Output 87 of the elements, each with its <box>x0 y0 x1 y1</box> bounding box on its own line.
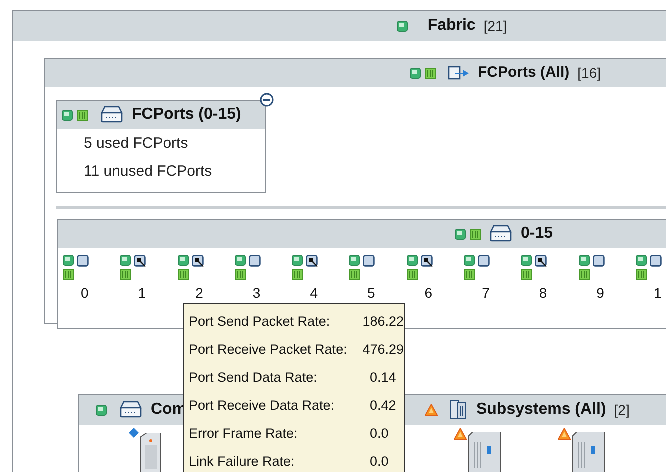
magnifier-port-icon[interactable] <box>134 255 148 267</box>
performance-icon <box>470 228 481 240</box>
status-square-icon <box>396 20 408 32</box>
port-number: 6 <box>424 286 434 301</box>
port-number: 7 <box>482 286 491 301</box>
item-count: [21] <box>484 16 508 36</box>
status-square-icon <box>178 255 189 266</box>
metric-label: Port Receive Data Rate: <box>189 396 336 415</box>
metric-label: Port Send Data Rate: <box>189 368 318 387</box>
performance-icon <box>63 269 74 280</box>
panel-title: FCPorts (All) <box>478 62 570 83</box>
port-number: 8 <box>539 286 548 301</box>
storage-cabinet-icon <box>467 432 504 472</box>
metric-label: Error Frame Rate: <box>189 424 299 443</box>
performance-icon <box>234 269 246 280</box>
performance-icon <box>521 269 532 280</box>
port-number: 9 <box>596 286 606 301</box>
performance-icon <box>77 110 88 120</box>
magnifier-port-icon[interactable] <box>306 255 320 267</box>
port-number: 2 <box>196 286 204 301</box>
port-icon[interactable] <box>248 255 262 267</box>
warning-icon <box>558 428 572 440</box>
port-number: 0 <box>81 286 90 301</box>
item-count: [16] <box>578 64 602 83</box>
summary-text: 5 used FCPorts <box>84 134 190 154</box>
metric-value: 0.0 <box>370 452 389 471</box>
metric-value: 0.42 <box>370 396 396 415</box>
port-icon[interactable] <box>650 255 663 267</box>
status-square-icon <box>63 255 74 266</box>
panel-title: 0-15 <box>521 224 554 244</box>
port-number: 5 <box>367 286 376 301</box>
magnifier-port-icon[interactable] <box>535 255 548 267</box>
performance-icon <box>406 269 418 280</box>
status-square-icon <box>96 404 107 416</box>
status-square-icon <box>455 228 466 240</box>
warning-icon <box>425 404 438 416</box>
item-count: [2] <box>614 400 630 420</box>
performance-icon <box>120 269 132 280</box>
performance-icon <box>636 269 647 280</box>
port-number: 1 <box>654 286 663 301</box>
magnifier-port-icon[interactable] <box>420 255 434 267</box>
metric-value: 186.22 <box>362 312 404 331</box>
summary-text: 11 unused FCPorts <box>84 162 214 182</box>
switch-icon <box>489 224 513 244</box>
performance-icon <box>292 269 304 280</box>
card-title: FCPorts (0-15) <box>132 105 242 125</box>
status-square-icon <box>234 255 246 266</box>
status-square-icon <box>349 255 360 266</box>
status-square-icon <box>521 255 532 266</box>
port-number: 3 <box>252 286 262 301</box>
port-icon[interactable] <box>77 255 90 267</box>
status-square-icon <box>120 255 132 266</box>
port-icon[interactable] <box>478 255 492 267</box>
switch-icon <box>100 105 124 125</box>
status-square-icon <box>636 255 647 266</box>
performance-icon <box>425 68 436 78</box>
status-square-icon <box>410 68 421 78</box>
metric-label: Port Send Packet Rate: <box>189 312 332 331</box>
diamond-icon <box>129 428 139 438</box>
status-square-icon <box>292 255 304 266</box>
port-number: 4 <box>310 286 319 301</box>
metric-value: 476.29 <box>362 340 404 359</box>
metric-value: 0.14 <box>370 368 396 387</box>
status-square-icon <box>578 255 590 266</box>
storage-cabinet-icon <box>571 432 608 472</box>
metric-label: Link Failure Rate: <box>189 452 296 471</box>
panel-title: Fabric <box>428 16 476 36</box>
magnifier-port-icon[interactable] <box>192 255 205 267</box>
performance-icon <box>178 269 189 280</box>
performance-icon <box>464 269 476 280</box>
metric-value: 0.0 <box>370 424 389 443</box>
metric-label: Port Receive Packet Rate: <box>189 340 348 359</box>
status-square-icon <box>464 255 476 266</box>
storage-icon <box>450 400 468 420</box>
performance-icon <box>349 269 360 280</box>
export-icon <box>448 65 470 81</box>
performance-icon <box>578 269 590 280</box>
port-icon[interactable] <box>363 255 376 267</box>
port-number: 1 <box>138 286 148 301</box>
status-square-icon <box>62 110 73 120</box>
server-icon <box>139 433 163 472</box>
port-icon[interactable] <box>592 255 606 267</box>
switch-icon <box>119 400 143 420</box>
collapse-icon[interactable] <box>260 93 274 107</box>
warning-icon <box>454 428 468 440</box>
panel-title: Subsystems (All) <box>476 400 606 420</box>
status-square-icon <box>406 255 418 266</box>
